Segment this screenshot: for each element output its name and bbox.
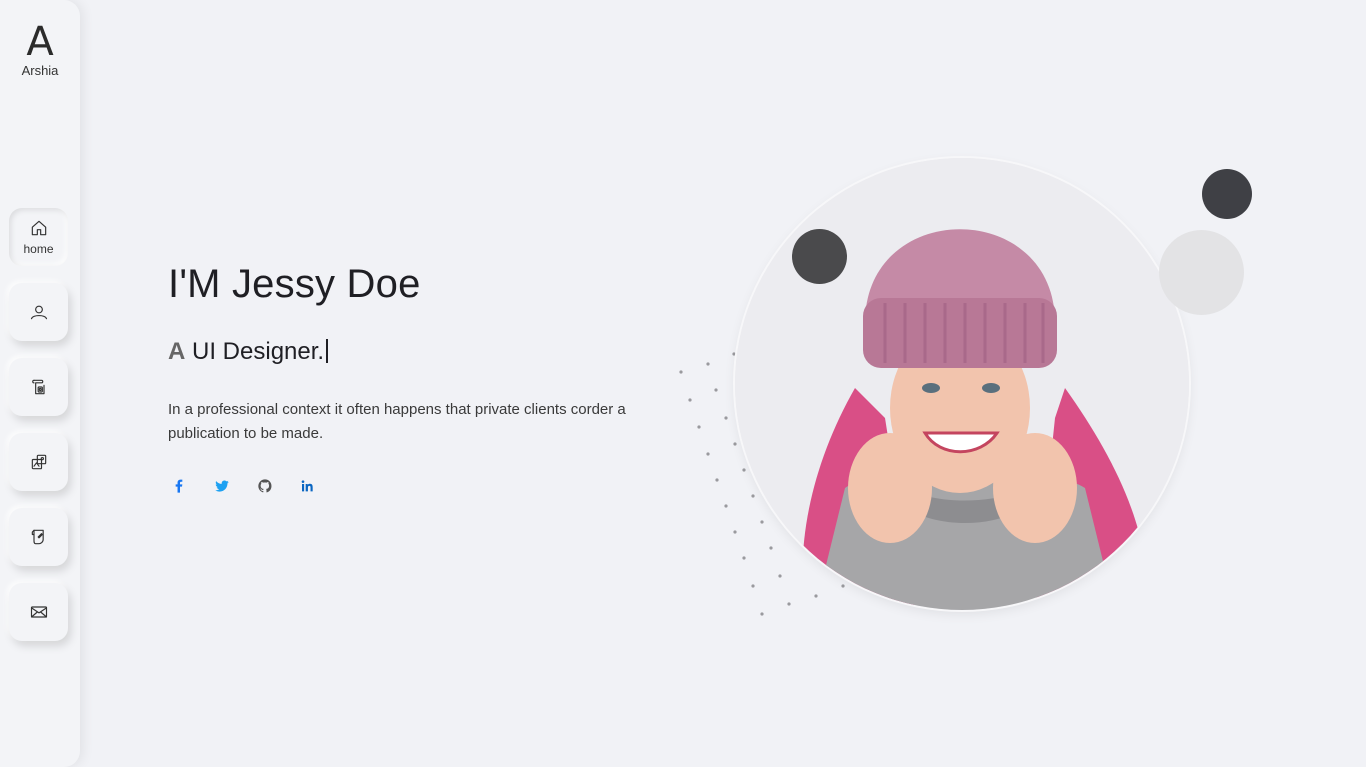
hero-subtitle-text: UI Designer. [192,338,325,365]
user-icon [30,305,47,320]
logo-mark: A [26,19,54,65]
linkedin-icon [301,480,313,492]
sidebar: A Arshia home [0,0,80,767]
blog-icon [31,529,44,545]
hero-description: In a professional context it often happe… [168,401,626,442]
twitter-link[interactable] [211,476,233,496]
home-icon [31,220,46,236]
nav-about-button[interactable] [9,283,68,341]
nav-resume-button[interactable] [9,358,68,416]
nav-home-label: home [23,242,54,256]
hero-subtitle-prefix: A [168,338,186,365]
envelope-icon [30,606,47,618]
github-link[interactable] [254,476,276,496]
facebook-icon [175,479,183,493]
social-links [168,476,319,496]
twitter-icon [215,480,229,492]
portrait-photo [735,158,1189,610]
nav-portfolio-button[interactable] [9,433,68,491]
facebook-link[interactable] [168,476,190,496]
portfolio-icon [31,454,46,470]
decorative-circle-dark-small [1202,169,1252,219]
nav-blog-button[interactable] [9,508,68,566]
linkedin-link[interactable] [297,476,319,496]
resume-icon [31,379,45,395]
decorative-circle-dark [792,229,847,284]
logo-name: Arshia [21,63,59,78]
hero-subtitle: A UI Designer. [168,338,329,366]
hero-title: I'M Jessy Doe [168,262,421,306]
nav-contact-button[interactable] [9,583,68,641]
portrait-illustration [735,158,1189,610]
logo[interactable]: A Arshia [0,22,80,78]
github-icon [258,479,272,493]
decorative-circle-light [1159,230,1244,315]
typing-caret [326,339,329,363]
nav-home-button[interactable]: home [9,208,68,266]
